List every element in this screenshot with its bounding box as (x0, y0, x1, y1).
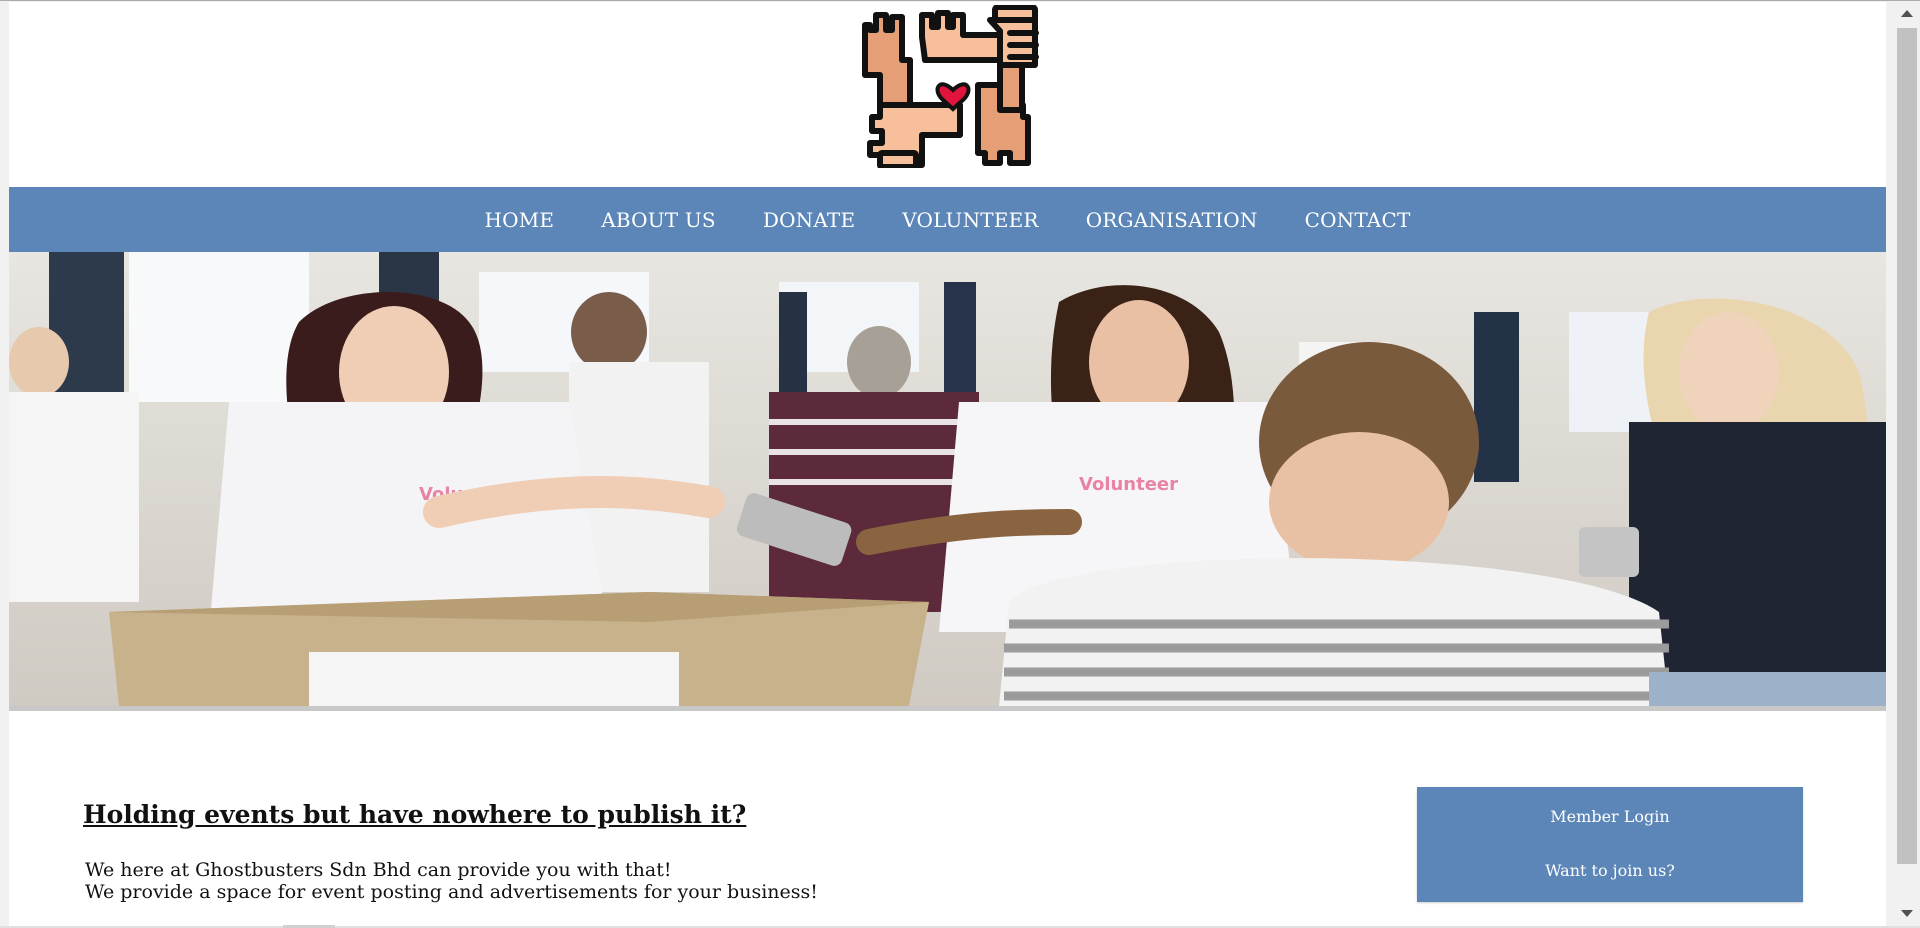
intro-line-1: We here at Ghostbusters Sdn Bhd can prov… (85, 859, 672, 881)
scroll-down-arrow-icon[interactable] (1901, 910, 1913, 917)
nav-contact[interactable]: CONTACT (1281, 208, 1434, 232)
intro-paragraph: We here at Ghostbusters Sdn Bhd can prov… (85, 859, 818, 903)
main-nav: HOME ABOUT US DONATE VOLUNTEER ORGANISAT… (9, 187, 1886, 252)
member-panel: Member Login Want to join us? (1417, 787, 1803, 902)
vertical-scrollbar[interactable] (1893, 2, 1920, 926)
nav-donate[interactable]: DONATE (739, 208, 878, 232)
nav-volunteer[interactable]: VOLUNTEER (879, 208, 1062, 232)
hero-divider (9, 706, 1886, 711)
nav-organisation[interactable]: ORGANISATION (1062, 208, 1281, 232)
join-us-link[interactable]: Want to join us? (1417, 861, 1803, 880)
page-heading: Holding events but have nowhere to publi… (83, 800, 747, 829)
nav-home[interactable]: HOME (461, 208, 578, 232)
scroll-up-arrow-icon[interactable] (1901, 10, 1913, 17)
page: HOME ABOUT US DONATE VOLUNTEER ORGANISAT… (9, 2, 1886, 926)
nav-about-us[interactable]: ABOUT US (578, 208, 740, 232)
browser-viewport: HOME ABOUT US DONATE VOLUNTEER ORGANISAT… (0, 0, 1920, 928)
volunteers-photo: Volunteer Volunteer (9, 252, 1886, 706)
shirt-text-right: Volunteer (1079, 474, 1178, 495)
intro-line-2: We provide a space for event posting and… (85, 881, 818, 903)
member-login-link[interactable]: Member Login (1417, 807, 1803, 826)
hands-heart-icon[interactable] (860, 5, 1046, 168)
scroll-thumb[interactable] (1897, 28, 1917, 864)
hero-image: Volunteer Volunteer (9, 252, 1886, 706)
